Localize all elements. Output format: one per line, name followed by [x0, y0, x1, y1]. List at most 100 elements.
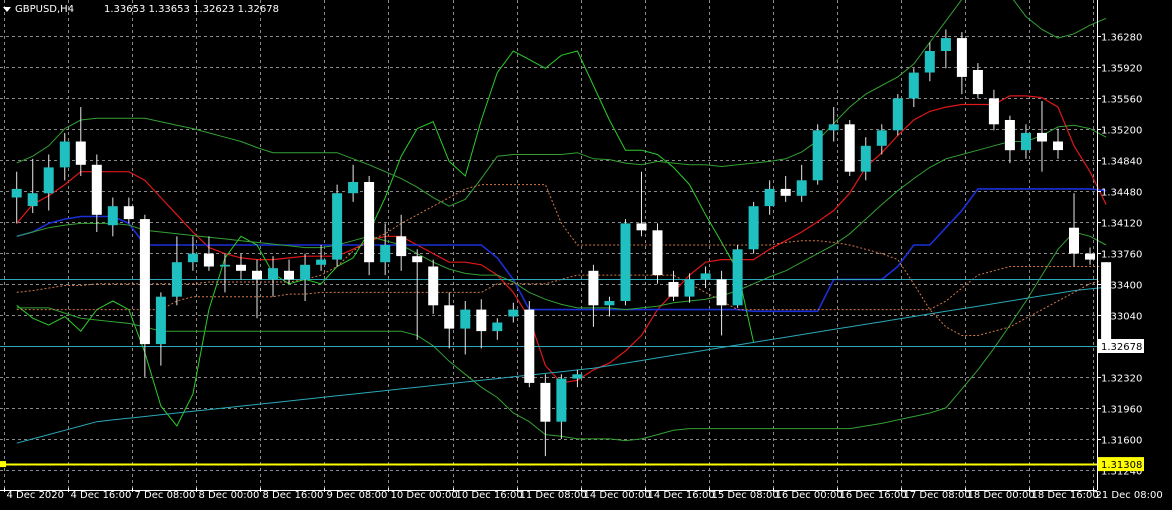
- candle-bear: [1101, 262, 1112, 346]
- candle-bear: [636, 223, 647, 231]
- price-chart[interactable]: 1.36280 1.35920 1.35560 1.35200 1.34840 1.344…: [0, 0, 1172, 506]
- candle-bull: [1021, 132, 1031, 151]
- x-tick-label: 18 Dec 16:00: [1032, 490, 1099, 501]
- candle-bear: [1004, 120, 1015, 151]
- candle-bear: [123, 206, 134, 220]
- candle-bear: [1085, 253, 1095, 260]
- candle-bear: [540, 382, 551, 422]
- candle-bear: [1069, 227, 1079, 254]
- candle-bull: [732, 249, 743, 306]
- x-tick-label: 10 Dec 00:00: [391, 490, 458, 501]
- candle-bear: [284, 270, 294, 280]
- candle-bear: [91, 164, 102, 215]
- candle-bull: [187, 253, 198, 263]
- candle-bull: [171, 262, 182, 297]
- candle-bear: [1053, 141, 1063, 151]
- x-tick-label: 21 Dec 08:00: [1096, 490, 1163, 501]
- candle-bull: [380, 245, 391, 263]
- price-label-text: 1.32678: [1101, 342, 1142, 353]
- candle-bear: [203, 253, 214, 267]
- y-tick-label: 1.35200: [1101, 126, 1142, 137]
- x-tick-label: 17 Dec 08:00: [904, 490, 971, 501]
- candle-bull: [460, 309, 471, 329]
- x-tick-label: 11 Dec 08:00: [520, 490, 587, 501]
- y-tick-label: 1.34120: [1101, 219, 1142, 230]
- candle-bull: [348, 182, 359, 194]
- x-tick-label: 9 Dec 08:00: [327, 490, 388, 501]
- x-tick-label: 14 Dec 16:00: [648, 490, 715, 501]
- candle-bear: [524, 309, 535, 383]
- price-label-text: 1.31308: [1101, 460, 1142, 471]
- candle-bull: [492, 322, 503, 332]
- y-tick-label: 1.33400: [1101, 281, 1142, 292]
- candle-bear: [396, 236, 407, 257]
- candle-bear: [988, 98, 999, 125]
- candle-bull: [220, 264, 230, 267]
- candle-bear: [364, 182, 375, 263]
- candle-bull: [892, 98, 903, 131]
- candle-bull: [508, 309, 519, 317]
- x-tick-label: 16 Dec 16:00: [840, 490, 907, 501]
- y-tick-label: 1.34840: [1101, 157, 1142, 168]
- candle-bull: [940, 38, 951, 51]
- y-tick-label: 1.33040: [1101, 312, 1142, 323]
- x-tick-label: 16 Dec 00:00: [776, 490, 843, 501]
- candle-bear: [412, 256, 423, 263]
- y-tick-label: 1.32320: [1101, 374, 1142, 385]
- candle-bull: [748, 206, 759, 250]
- candle-bear: [1037, 132, 1047, 142]
- candle-bull: [268, 268, 278, 280]
- chart-root: 1.36280 1.35920 1.35560 1.35200 1.34840 1.344…: [0, 0, 1172, 506]
- y-tick-label: 1.35920: [1101, 64, 1142, 75]
- candle-bear: [75, 141, 86, 165]
- candle-bull: [572, 374, 583, 379]
- x-tick-label: 10 Dec 16:00: [456, 490, 523, 501]
- candle-bear: [716, 279, 727, 306]
- candle-bull: [700, 273, 711, 280]
- candle-bull: [155, 296, 166, 345]
- candle-bear: [428, 266, 439, 306]
- candle-bull: [300, 264, 311, 280]
- candle-bull: [604, 301, 615, 306]
- candle-bull: [764, 188, 775, 207]
- candle-bear: [444, 305, 455, 329]
- candle-bull: [812, 130, 823, 181]
- candle-bear: [780, 188, 791, 196]
- candle-bull: [316, 259, 327, 265]
- candle-bull: [796, 180, 807, 196]
- symbol-timeframe: GBPUSD,H4: [15, 4, 74, 15]
- candle-bull: [924, 51, 935, 73]
- x-tick-label: 15 Dec 08:00: [712, 490, 779, 501]
- y-tick-label: 1.36280: [1101, 33, 1142, 44]
- candle-bull: [43, 167, 54, 194]
- candle-bear: [668, 282, 679, 297]
- candle-bull: [684, 279, 695, 297]
- x-tick-label: 18 Dec 00:00: [968, 490, 1035, 501]
- yellow-line-anchor[interactable]: [0, 461, 6, 468]
- y-tick-label: 1.31600: [1101, 436, 1142, 447]
- candle-bear: [844, 124, 855, 172]
- candle-bull: [107, 206, 118, 226]
- x-tick-label: 4 Dec 16:00: [71, 490, 132, 501]
- chart-header: GBPUSD,H4 1.33653 1.33653 1.32623 1.3267…: [3, 4, 279, 15]
- x-tick-label: 8 Dec 00:00: [199, 490, 260, 501]
- candle-bull: [876, 130, 887, 146]
- x-tick-label: 14 Dec 00:00: [584, 490, 651, 501]
- candle-bull: [27, 193, 38, 207]
- candle-bull: [860, 145, 871, 172]
- candle-bear: [956, 38, 967, 77]
- candle-bear: [236, 264, 246, 271]
- candle-bull: [556, 378, 567, 422]
- candle-bull: [332, 193, 343, 260]
- candle-bear: [652, 230, 663, 276]
- x-tick-label: 7 Dec 08:00: [135, 490, 196, 501]
- candle-bear: [252, 270, 262, 280]
- candle-bear: [972, 70, 983, 95]
- candle-bull: [59, 141, 70, 168]
- y-tick-label: 1.31960: [1101, 405, 1142, 416]
- x-tick-label: 8 Dec 16:00: [263, 490, 324, 501]
- candle-bear: [476, 309, 487, 332]
- y-tick-label: 1.35560: [1101, 95, 1142, 106]
- candle-bull: [908, 72, 919, 99]
- candle-bull: [828, 124, 839, 131]
